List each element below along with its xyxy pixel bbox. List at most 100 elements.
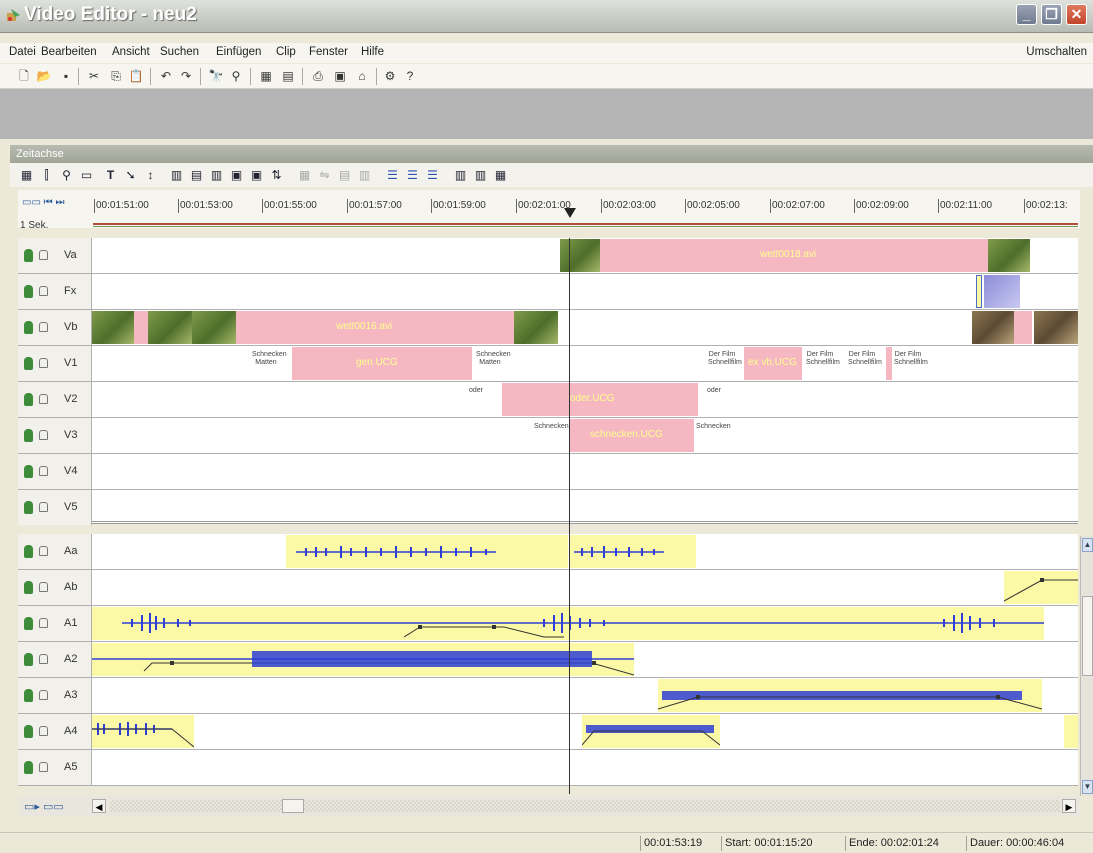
open-icon[interactable]: 📂 (36, 68, 52, 84)
audio-clip[interactable] (286, 535, 568, 568)
track-a3[interactable]: A3 (18, 678, 1078, 714)
track-v3[interactable]: V3 Schnecken schnecken.UCG Schnecken (18, 418, 1078, 454)
track-remove-icon[interactable]: ▣ (248, 167, 265, 183)
capture-icon[interactable]: ▦ (258, 68, 274, 84)
zoom-icon[interactable]: ⚲ (58, 167, 75, 183)
horizontal-scrollbar[interactable]: ▭▸ ▭▭ ◀ ▶ (18, 796, 1080, 816)
title-thumbnail[interactable]: oder (462, 387, 490, 411)
lock-icon[interactable] (39, 430, 48, 440)
video-clip[interactable] (1014, 311, 1032, 344)
video-clip[interactable]: wett0018.avi (600, 239, 988, 272)
menu-suchen[interactable]: Suchen (160, 46, 199, 58)
audio-clip[interactable] (92, 715, 194, 748)
paste-icon[interactable]: 📋 (128, 68, 144, 84)
ruler-nav-icon[interactable]: ▭▭ ⏮ ⏭ (22, 197, 64, 208)
menu-hilfe[interactable]: Hilfe (361, 46, 384, 58)
visibility-icon[interactable] (24, 761, 33, 774)
audio-clip[interactable] (404, 607, 1044, 640)
track-view-icon[interactable]: ▥ (168, 167, 185, 183)
outdent-icon[interactable]: ☰ (424, 167, 441, 183)
scroll-track[interactable] (110, 800, 1060, 812)
track-v5[interactable]: V5 (18, 490, 1078, 525)
grid-icon[interactable]: ▦ (18, 167, 35, 183)
menu-clip[interactable]: Clip (276, 46, 296, 58)
find-icon[interactable]: 🔭 (208, 68, 224, 84)
track-vb[interactable]: Vb wett0016.avi (18, 310, 1078, 346)
indent-icon[interactable]: ☰ (404, 167, 421, 183)
track-fx[interactable]: Fx (18, 274, 1078, 310)
menu-datei[interactable]: Datei (9, 46, 36, 58)
visibility-icon[interactable] (24, 249, 33, 262)
render-icon[interactable]: ▣ (332, 68, 348, 84)
help-icon[interactable]: ? (402, 68, 418, 84)
track-a2[interactable]: A2 (18, 642, 1078, 678)
title-thumbnail[interactable]: Schnecken (534, 423, 569, 447)
scroll-left-icon[interactable]: ◀ (92, 799, 106, 813)
view-toggle-icon[interactable]: ▭▸ ▭▭ (24, 800, 64, 813)
title-clip[interactable] (886, 347, 892, 380)
scroll-right-icon[interactable]: ▶ (1062, 799, 1076, 813)
audio-clip[interactable] (570, 535, 696, 568)
audio-clip[interactable] (582, 715, 720, 748)
title-thumbnail[interactable]: Schnecken (696, 423, 731, 447)
title-thumbnail[interactable]: Der Film Schnellfilm (848, 351, 882, 375)
lock-icon[interactable] (39, 502, 48, 512)
track-a5[interactable]: A5 (18, 750, 1078, 786)
clip-thumbnail[interactable] (972, 311, 1014, 344)
columns-icon[interactable]: ▥ (452, 167, 469, 183)
cut-icon[interactable]: ✂ (86, 68, 102, 84)
track-va[interactable]: Va wett0018.avi (18, 238, 1078, 274)
restore-button[interactable]: ❐ (1041, 4, 1062, 25)
lock-icon[interactable] (39, 286, 48, 296)
title-thumbnail[interactable]: Schnecken Matten (252, 351, 287, 375)
clip-thumbnail[interactable] (988, 239, 1030, 272)
lock-icon[interactable] (39, 726, 48, 736)
title-clip[interactable]: gen.UCG (292, 347, 472, 380)
menu-fenster[interactable]: Fenster (309, 46, 348, 58)
title-thumbnail[interactable]: oder (700, 387, 728, 411)
menu-bearbeiten[interactable]: Bearbeiten (41, 46, 97, 58)
list-icon[interactable]: ☰ (384, 167, 401, 183)
title-clip[interactable]: oder.UCG (502, 383, 698, 416)
visibility-icon[interactable] (24, 581, 33, 594)
visibility-icon[interactable] (24, 321, 33, 334)
menu-umschalten[interactable]: Umschalten (1026, 46, 1087, 58)
visibility-icon[interactable] (24, 501, 33, 514)
minimize-button[interactable]: _ (1016, 4, 1037, 25)
redo-icon[interactable]: ↷ (178, 68, 194, 84)
close-button[interactable]: ✕ (1066, 4, 1087, 25)
track-a4[interactable]: A4 (18, 714, 1078, 750)
video-clip[interactable] (134, 311, 148, 344)
title-clip[interactable]: ex vb.UCG (744, 347, 802, 380)
menu-einfuegen[interactable]: Einfügen (216, 46, 261, 58)
visibility-icon[interactable] (24, 393, 33, 406)
lock-icon[interactable] (39, 762, 48, 772)
lock-icon[interactable] (39, 358, 48, 368)
undo-icon[interactable]: ↶ (158, 68, 174, 84)
vertical-scrollbar[interactable]: ▲ ▼ (1080, 536, 1093, 796)
effects-icon[interactable]: ▤ (280, 68, 296, 84)
lock-icon[interactable] (39, 618, 48, 628)
audio-clip[interactable] (1064, 715, 1078, 748)
video-clip[interactable]: wett0016.avi (236, 311, 514, 344)
visibility-icon[interactable] (24, 545, 33, 558)
lock-icon[interactable] (39, 250, 48, 260)
find-next-icon[interactable]: ⚲ (228, 68, 244, 84)
visibility-icon[interactable] (24, 429, 33, 442)
scroll-thumb[interactable] (282, 799, 304, 813)
track-v2[interactable]: V2 oder oder.UCG oder (18, 382, 1078, 418)
track-v4[interactable]: V4 (18, 454, 1078, 490)
lock-icon[interactable] (39, 394, 48, 404)
playhead-line[interactable] (569, 238, 570, 794)
lock-icon[interactable] (39, 690, 48, 700)
lock-icon[interactable] (39, 322, 48, 332)
lock-icon[interactable] (39, 582, 48, 592)
time-ruler[interactable]: ▭▭ ⏮ ⏭ 00:01:51:00 00:01:53:00 00:01:55:… (18, 190, 1080, 228)
audio-clip[interactable] (92, 607, 404, 640)
menu-ansicht[interactable]: Ansicht (112, 46, 150, 58)
save-icon[interactable]: ▪ (58, 68, 74, 84)
tools-icon[interactable]: ⚙ (382, 68, 398, 84)
transition-icon[interactable]: ⇅ (268, 167, 285, 183)
track-v1[interactable]: V1 Schnecken Matten gen.UCG Schnecken Ma… (18, 346, 1078, 382)
clip-thumbnail[interactable] (1034, 311, 1078, 344)
